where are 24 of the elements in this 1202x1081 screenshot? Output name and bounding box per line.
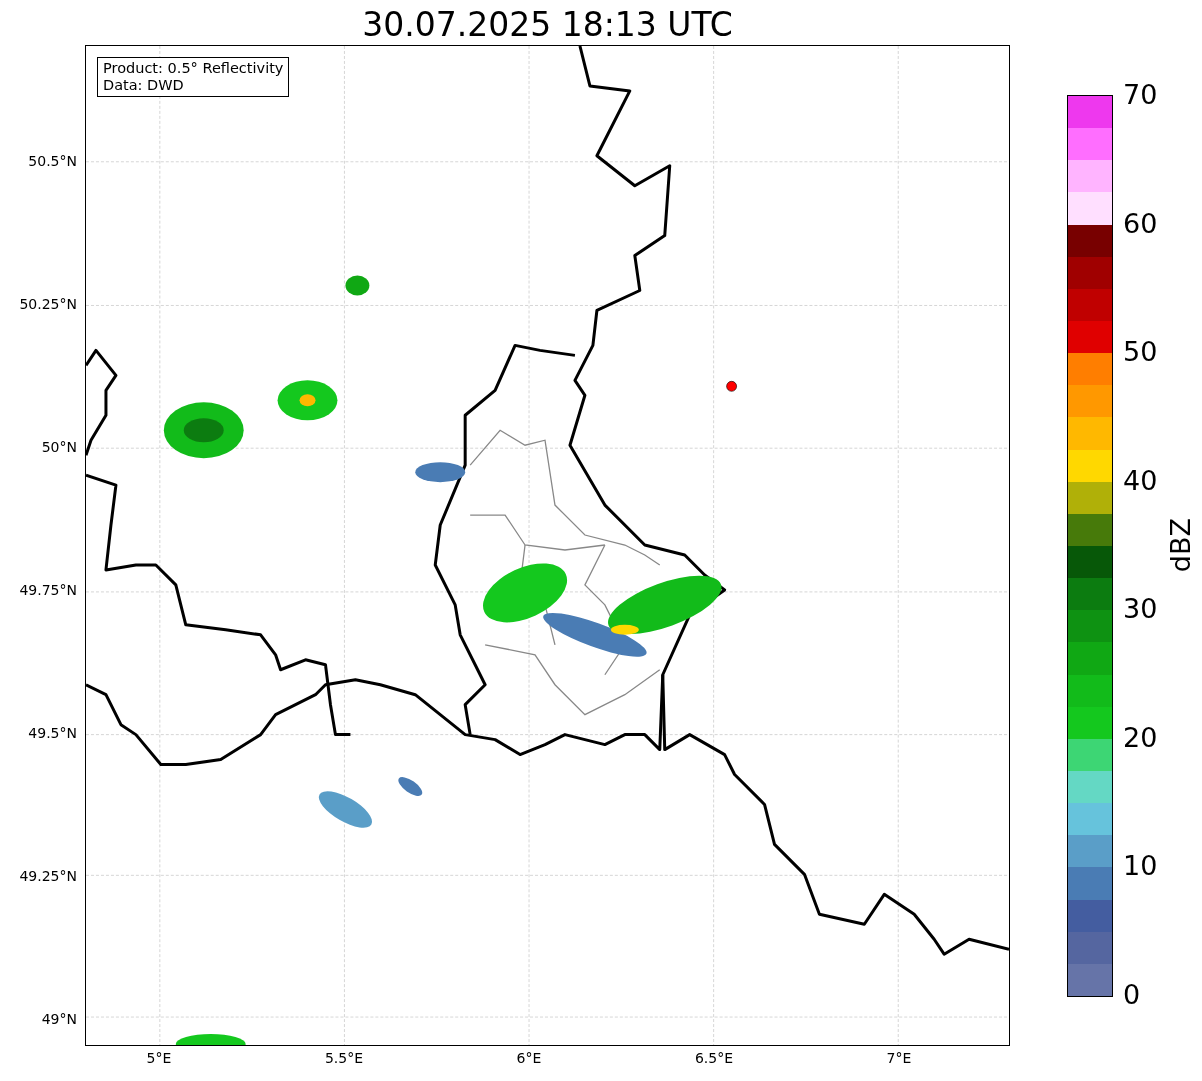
colorbar-tick-label: 60 — [1123, 208, 1158, 239]
latitude-label: 50°N — [41, 438, 78, 456]
longitude-label: 5.5°E — [323, 1050, 365, 1066]
longitude-label: 7°E — [885, 1050, 913, 1066]
colorbar-tick-label: 40 — [1123, 465, 1158, 496]
longitude-label: 5°E — [145, 1050, 173, 1066]
colorbar-tick-label: 0 — [1123, 979, 1142, 1010]
legend-text: Data: DWD — [103, 77, 185, 94]
legend-text: Product: 0.5° Reflectivity — [103, 60, 284, 77]
latitude-label: 49.25°N — [19, 867, 78, 885]
colorbar-tick-label: 30 — [1123, 594, 1158, 625]
latitude-label: 50.25°N — [19, 295, 78, 313]
colorbar-label: dBZ — [1165, 517, 1198, 573]
longitude-label: 6.5°E — [693, 1050, 735, 1066]
longitude-label: 6°E — [515, 1050, 543, 1066]
latitude-label: 50.5°N — [28, 152, 78, 170]
latitude-label: 49.75°N — [19, 581, 78, 599]
colorbar-tick-label: 50 — [1123, 337, 1158, 368]
colorbar-tick-label: 20 — [1123, 722, 1158, 753]
colorbar-tick-label: 10 — [1123, 851, 1158, 882]
colorbar-tick-label: 70 — [1123, 80, 1158, 110]
latitude-label: 49.5°N — [28, 724, 78, 742]
latitude-label: 49°N — [41, 1010, 78, 1028]
chart-title: 30.07.2025 18:13 UTC — [361, 4, 734, 45]
